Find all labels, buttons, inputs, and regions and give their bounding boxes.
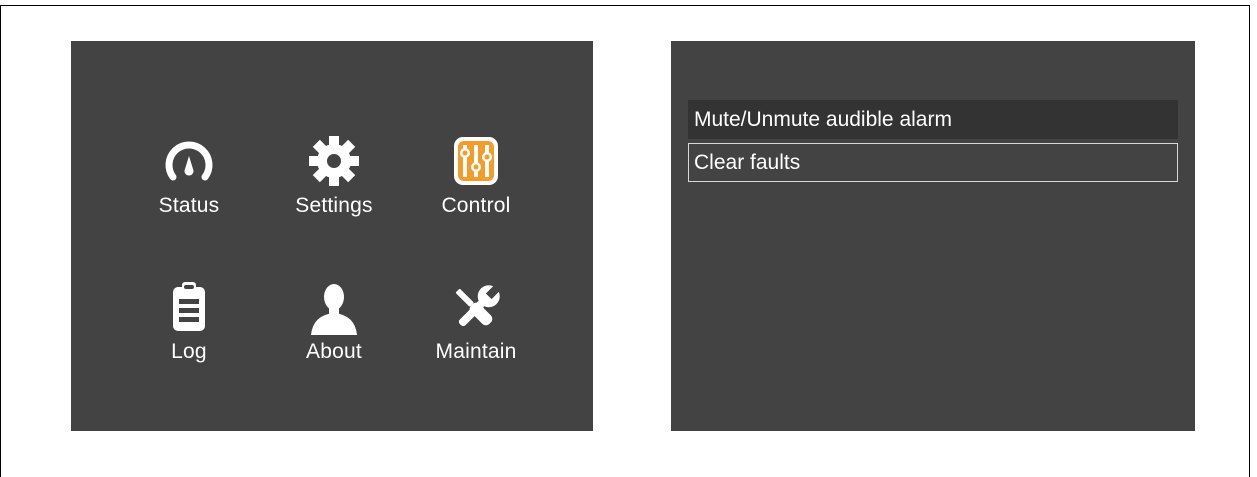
main-menu-panel: Status Settings Control Log About Mainta…: [71, 41, 593, 431]
menu-label-maintain: Maintain: [435, 340, 517, 363]
menu-label-log: Log: [171, 340, 207, 363]
menu-tile-status[interactable]: Status: [114, 131, 264, 241]
menu-label-control: Control: [441, 194, 511, 217]
gear-icon: [309, 136, 359, 186]
clipboard-icon: [173, 282, 205, 331]
gauge-icon: [165, 141, 213, 181]
menu-tile-maintain[interactable]: Maintain: [401, 277, 551, 387]
menu-tile-control[interactable]: Control: [401, 131, 551, 241]
menu-label-status: Status: [158, 194, 220, 217]
menu-tile-settings[interactable]: Settings: [259, 131, 409, 241]
menu-label-settings: Settings: [295, 194, 373, 217]
menu-label-about: About: [306, 340, 362, 363]
menu-item-mute-alarm[interactable]: Mute/Unmute audible alarm: [688, 100, 1178, 139]
sliders-icon: [454, 137, 498, 185]
menu-tile-about[interactable]: About: [259, 277, 409, 387]
menu-tile-log[interactable]: Log: [114, 277, 264, 387]
menu-item-clear-faults[interactable]: Clear faults: [688, 143, 1178, 182]
person-icon: [311, 284, 357, 335]
tools-icon: [455, 283, 502, 327]
control-menu-panel: Mute/Unmute audible alarm Clear faults: [671, 41, 1195, 431]
